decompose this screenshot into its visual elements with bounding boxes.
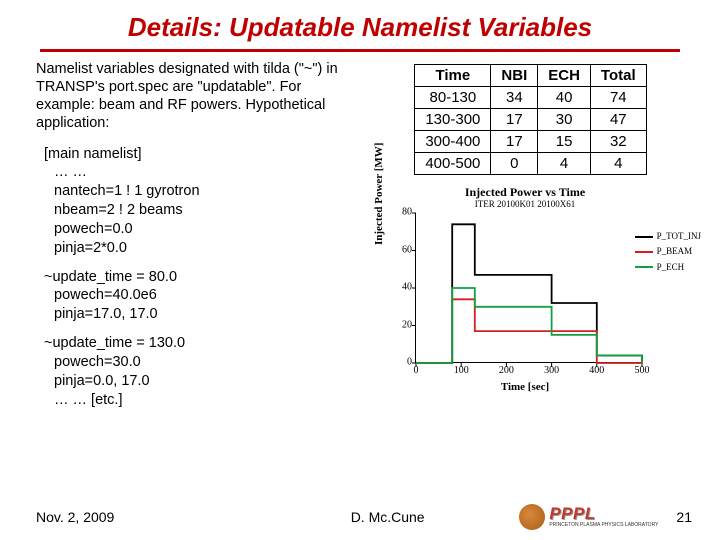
code-line: powech=0.0 bbox=[44, 220, 351, 239]
slide-title: Details: Updatable Namelist Variables bbox=[0, 0, 720, 47]
code-line: nbeam=2 ! 2 beams bbox=[44, 201, 351, 220]
th-nbi: NBI bbox=[491, 65, 538, 87]
cell: 17 bbox=[491, 131, 538, 153]
legend-label: P_BEAM bbox=[657, 244, 693, 259]
cell: 47 bbox=[590, 109, 646, 131]
chart-legend: P_TOT_INJ P_BEAM P_ECH bbox=[635, 229, 701, 275]
code-line: ~update_time = 130.0 bbox=[44, 334, 351, 353]
chart-subtitle: ITER 20100K01 20100X61 bbox=[375, 199, 675, 209]
code-line: nantech=1 ! 1 gyrotron bbox=[44, 182, 351, 201]
table-row: 130-300 17 30 47 bbox=[415, 109, 646, 131]
legend-swatch bbox=[635, 266, 653, 268]
chart-title: Injected Power vs Time bbox=[375, 185, 675, 200]
cell: 4 bbox=[538, 153, 591, 175]
cell: 400-500 bbox=[415, 153, 491, 175]
code-line: ~update_time = 80.0 bbox=[44, 268, 351, 287]
code-line: pinja=17.0, 17.0 bbox=[44, 305, 351, 324]
code-line: powech=40.0e6 bbox=[44, 286, 351, 305]
code-line: [main namelist] bbox=[44, 145, 351, 164]
th-total: Total bbox=[590, 65, 646, 87]
code-block-update1: ~update_time = 80.0 powech=40.0e6 pinja=… bbox=[44, 268, 351, 325]
power-table: Time NBI ECH Total 80-130 34 40 74 130-3… bbox=[414, 64, 646, 175]
title-underline bbox=[40, 49, 680, 52]
page-number: 21 bbox=[676, 509, 692, 525]
cell: 300-400 bbox=[415, 131, 491, 153]
legend-item-beam: P_BEAM bbox=[635, 244, 701, 259]
code-block-main: [main namelist] … … nantech=1 ! 1 gyrotr… bbox=[44, 145, 351, 258]
legend-item-total: P_TOT_INJ bbox=[635, 229, 701, 244]
cell: 17 bbox=[491, 109, 538, 131]
table-header-row: Time NBI ECH Total bbox=[415, 65, 646, 87]
pppl-text: PPPL bbox=[549, 504, 595, 523]
pppl-logo: PPPL PRINCETON PLASMA PHYSICS LABORATORY bbox=[519, 504, 658, 530]
cell: 32 bbox=[590, 131, 646, 153]
left-column: Namelist variables designated with tilda… bbox=[36, 60, 351, 419]
chart-xlabel: Time [sec] bbox=[375, 381, 675, 393]
cell: 130-300 bbox=[415, 109, 491, 131]
legend-label: P_ECH bbox=[657, 260, 685, 275]
chart-svg bbox=[416, 213, 642, 363]
table-row: 80-130 34 40 74 bbox=[415, 87, 646, 109]
cell: 74 bbox=[590, 87, 646, 109]
legend-item-ech: P_ECH bbox=[635, 260, 701, 275]
pppl-subtext: PRINCETON PLASMA PHYSICS LABORATORY bbox=[549, 522, 658, 528]
footer-date: Nov. 2, 2009 bbox=[36, 509, 256, 525]
th-ech: ECH bbox=[538, 65, 591, 87]
tiger-icon bbox=[519, 504, 545, 530]
code-line: pinja=2*0.0 bbox=[44, 239, 351, 258]
code-block-update2: ~update_time = 130.0 powech=30.0 pinja=0… bbox=[44, 334, 351, 409]
power-vs-time-chart: Injected Power vs Time ITER 20100K01 201… bbox=[375, 185, 675, 391]
right-column: Time NBI ECH Total 80-130 34 40 74 130-3… bbox=[351, 60, 690, 419]
code-line: … … bbox=[44, 163, 351, 182]
cell: 40 bbox=[538, 87, 591, 109]
cell: 34 bbox=[491, 87, 538, 109]
cell: 15 bbox=[538, 131, 591, 153]
chart-ylabel: Injected Power [MW] bbox=[373, 143, 385, 245]
code-line: powech=30.0 bbox=[44, 353, 351, 372]
code-line: pinja=0.0, 17.0 bbox=[44, 372, 351, 391]
cell: 80-130 bbox=[415, 87, 491, 109]
legend-label: P_TOT_INJ bbox=[657, 229, 701, 244]
intro-text: Namelist variables designated with tilda… bbox=[36, 60, 351, 133]
cell: 4 bbox=[590, 153, 646, 175]
legend-swatch bbox=[635, 236, 653, 238]
th-time: Time bbox=[415, 65, 491, 87]
content-row: Namelist variables designated with tilda… bbox=[0, 60, 720, 419]
table-row: 300-400 17 15 32 bbox=[415, 131, 646, 153]
footer-author: D. Mc.Cune bbox=[256, 509, 519, 525]
cell: 0 bbox=[491, 153, 538, 175]
footer: Nov. 2, 2009 D. Mc.Cune PPPL PRINCETON P… bbox=[0, 504, 720, 530]
chart-plot-area: 0100200300400500020406080 bbox=[415, 213, 641, 363]
cell: 30 bbox=[538, 109, 591, 131]
code-line: … … [etc.] bbox=[44, 391, 351, 410]
table-row: 400-500 0 4 4 bbox=[415, 153, 646, 175]
legend-swatch bbox=[635, 251, 653, 253]
